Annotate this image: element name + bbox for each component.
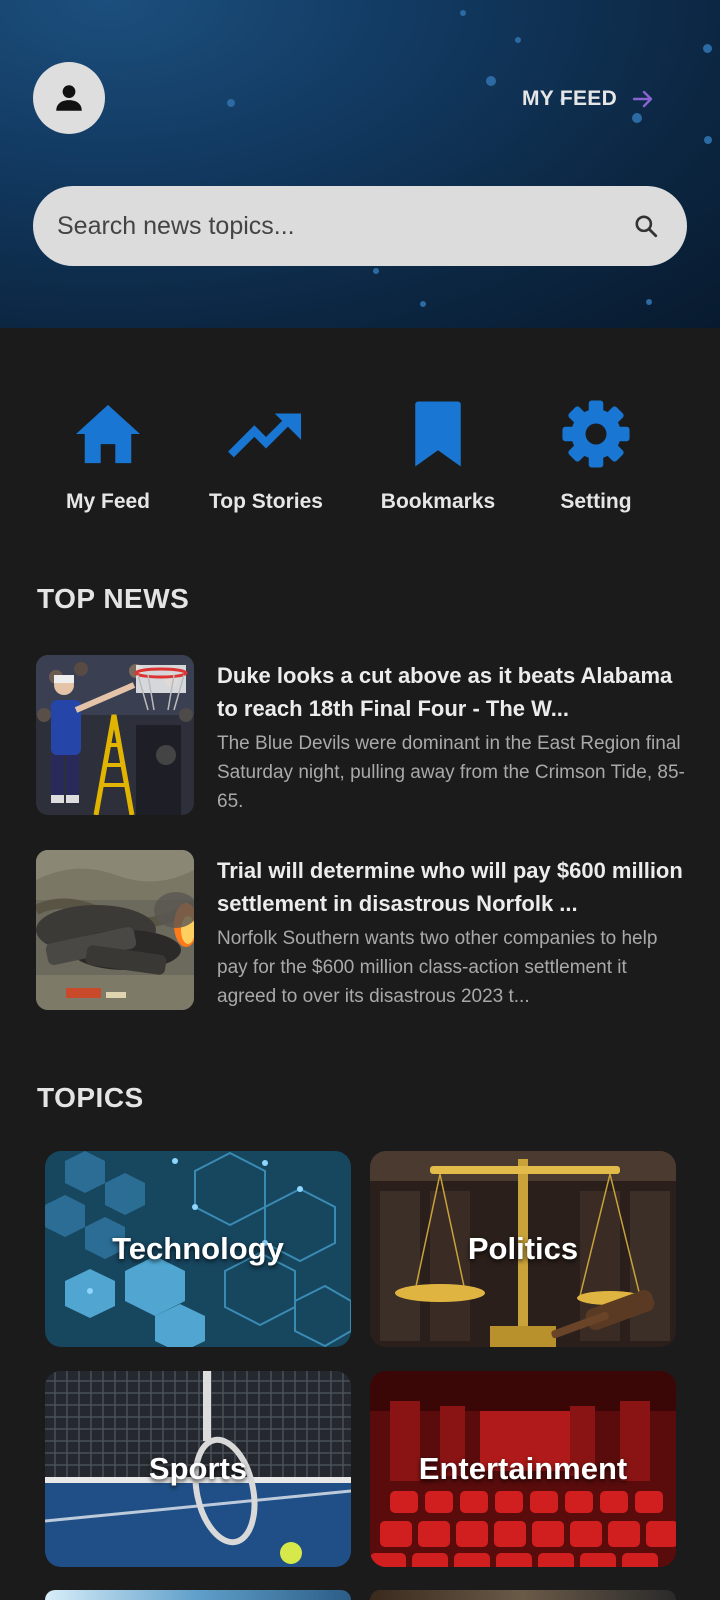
search-input[interactable] (55, 210, 633, 242)
quick-action-label: Setting (560, 490, 632, 513)
decor-dot (515, 37, 521, 43)
topic-label: Sports (148, 1451, 248, 1486)
quick-action-my-feed[interactable]: My Feed (23, 398, 193, 514)
header: MY FEED (0, 0, 720, 328)
topic-label: Politics (467, 1231, 579, 1266)
quick-action-label: Bookmarks (380, 490, 496, 513)
news-item[interactable]: Duke looks a cut above as it beats Alaba… (36, 655, 686, 817)
topic-card-partial[interactable] (370, 1590, 676, 1600)
decor-dot (704, 136, 712, 144)
arrow-right-icon (632, 90, 653, 108)
my-feed-link-label: MY FEED (522, 87, 618, 110)
topic-label: Technology (112, 1231, 284, 1266)
top-news-heading: TOP NEWS (37, 583, 190, 614)
my-feed-link[interactable]: MY FEED (522, 84, 655, 114)
topic-card-partial[interactable] (45, 1590, 351, 1600)
topic-label: Entertainment (418, 1451, 628, 1486)
quick-action-bookmarks[interactable]: Bookmarks (353, 398, 523, 514)
quick-action-label: My Feed (65, 490, 151, 513)
news-title: Duke looks a cut above as it beats Alaba… (217, 663, 673, 721)
decor-dot (703, 44, 712, 53)
decor-dot (373, 268, 379, 274)
search-bar (33, 186, 687, 266)
topic-card-sports[interactable]: Sports (45, 1371, 351, 1567)
quick-action-top-stories[interactable]: Top Stories (181, 398, 351, 514)
decor-dot (227, 99, 235, 107)
bookmark-icon (415, 401, 461, 467)
profile-avatar-button[interactable] (33, 62, 105, 134)
quick-action-setting[interactable]: Setting (511, 398, 681, 514)
quick-actions: My Feed Top Stories Bookmarks Setting (0, 398, 720, 528)
search-icon[interactable] (633, 213, 659, 239)
decor-dot (646, 299, 652, 305)
topics-heading: TOPICS (37, 1082, 144, 1113)
topic-card-technology[interactable]: Technology (45, 1151, 351, 1347)
news-thumbnail (36, 850, 194, 1010)
decor-dot (420, 301, 426, 307)
decor-dot (460, 10, 466, 16)
news-title: Trial will determine who will pay $600 m… (217, 858, 683, 916)
decor-dot (486, 76, 496, 86)
topic-card-politics[interactable]: Politics (370, 1151, 676, 1347)
news-item[interactable]: Trial will determine who will pay $600 m… (36, 850, 686, 1012)
news-description: The Blue Devils were dominant in the Eas… (217, 733, 685, 812)
news-description: Norfolk Southern wants two other compani… (217, 928, 658, 1007)
gear-icon (562, 400, 630, 468)
quick-action-label: Top Stories (209, 490, 323, 513)
person-icon (56, 85, 82, 111)
decor-dot (632, 113, 642, 123)
home-icon (76, 404, 140, 464)
news-thumbnail (36, 655, 194, 815)
trending-up-icon (228, 413, 302, 458)
topic-card-entertainment[interactable]: Entertainment (370, 1371, 676, 1567)
